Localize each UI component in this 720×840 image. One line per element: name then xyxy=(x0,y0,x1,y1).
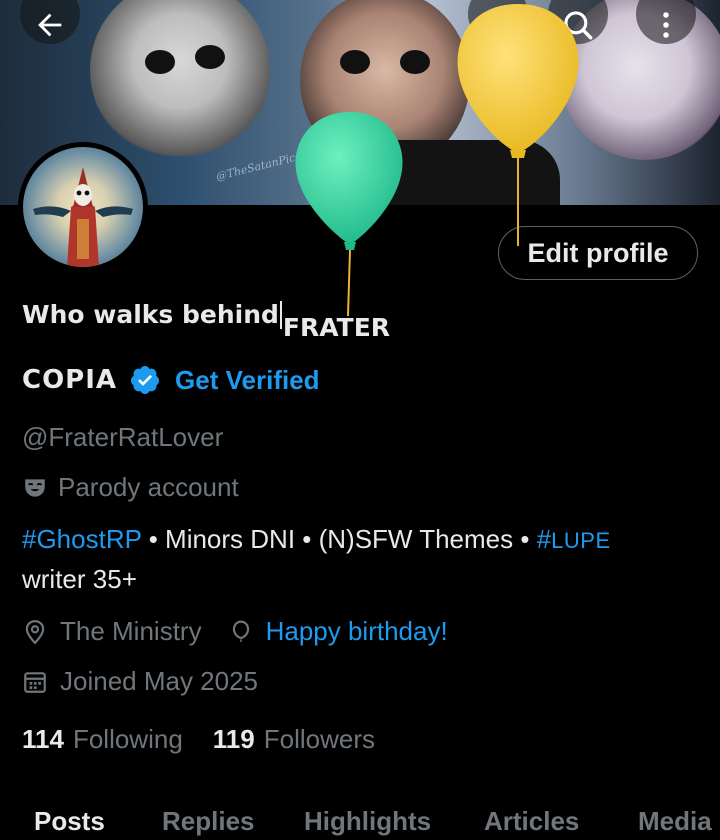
tab-highlights[interactable]: Highlights xyxy=(304,806,431,837)
avatar-image xyxy=(23,147,143,267)
hashtag-lupe-word: LUPE xyxy=(551,528,611,553)
display-name-second-line: COPIA xyxy=(22,365,118,395)
tab-replies[interactable]: Replies xyxy=(162,806,255,837)
hashtag-lupe-link[interactable]: #LUPE xyxy=(537,524,611,554)
profile-tabs: Posts Replies Highlights Articles Media xyxy=(0,800,720,840)
location-text: The Ministry xyxy=(60,616,202,646)
more-vertical-icon xyxy=(663,12,669,38)
profile-meta-row: The Ministry Happy birthday! xyxy=(22,616,448,647)
hashtag-lupe-hash: # xyxy=(536,524,552,554)
tab-posts[interactable]: Posts xyxy=(34,806,105,837)
display-name-tail: FRATER xyxy=(282,313,391,342)
profile-bio: #GhostRP • Minors DNI • (N)SFW Themes • … xyxy=(22,520,702,598)
following-link[interactable]: 114 Following xyxy=(22,724,183,755)
calendar-icon xyxy=(24,671,46,693)
hashtag-ghostrp-link[interactable]: #GhostRP xyxy=(22,524,141,554)
happy-birthday-link[interactable]: Happy birthday! xyxy=(266,616,448,647)
joined-text: Joined May 2025 xyxy=(60,666,259,696)
theater-mask-icon xyxy=(25,478,45,497)
balloon-icon xyxy=(232,620,249,642)
parody-account-label: Parody account xyxy=(22,472,239,503)
followers-count: 119 xyxy=(212,724,255,754)
text-cursor xyxy=(279,301,282,329)
yellow-balloon-icon xyxy=(457,4,579,246)
verified-badge-icon[interactable] xyxy=(129,364,161,396)
display-name-line2: COPIA Get Verified xyxy=(22,362,320,398)
following-label: Following xyxy=(72,724,183,754)
bio-text-line2: writer 35+ xyxy=(22,564,137,594)
following-count: 114 xyxy=(22,724,64,754)
user-handle: @FraterRatLover xyxy=(22,422,224,452)
display-name-line1: Who walks behind FRATER xyxy=(22,300,390,342)
display-name-text: Who walks behind xyxy=(22,300,279,329)
follow-counts: 114 Following 119 Followers xyxy=(22,724,375,755)
followers-link[interactable]: 119 Followers xyxy=(213,724,375,755)
followers-label: Followers xyxy=(263,724,375,754)
get-verified-link[interactable]: Get Verified xyxy=(175,365,320,396)
tab-media[interactable]: Media xyxy=(638,806,712,837)
tab-articles[interactable]: Articles xyxy=(484,806,579,837)
bio-text: • Minors DNI • (N)SFW Themes • xyxy=(141,524,537,554)
arrow-left-icon xyxy=(38,13,62,37)
avatar[interactable] xyxy=(18,142,148,272)
green-balloon-icon xyxy=(295,112,403,317)
banner-face-left xyxy=(90,0,270,160)
parody-account-text: Parody account xyxy=(58,472,239,502)
location-pin-icon xyxy=(25,619,45,644)
joined-row: Joined May 2025 xyxy=(22,666,258,697)
